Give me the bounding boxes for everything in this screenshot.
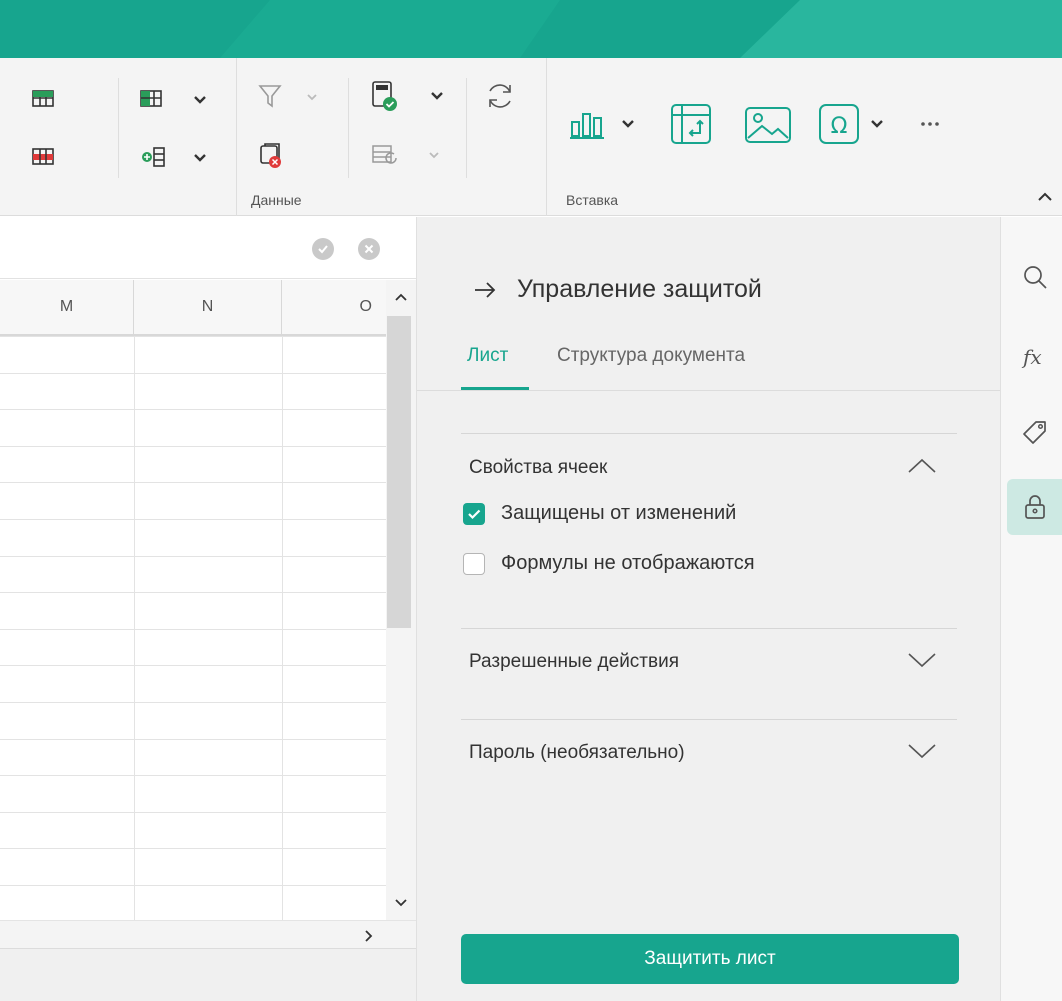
formula-bar xyxy=(0,217,416,279)
row-divider xyxy=(0,592,386,593)
section-password-title[interactable]: Пароль (необязательно) xyxy=(469,742,685,764)
row-divider xyxy=(0,519,386,520)
collapse-ribbon-icon[interactable] xyxy=(1036,188,1054,206)
chevron-down-icon[interactable] xyxy=(907,742,937,765)
option-protected[interactable]: Защищены от изменений xyxy=(463,502,736,525)
protect-sheet-button[interactable]: Защитить лист xyxy=(461,934,959,984)
section-divider xyxy=(461,719,957,720)
image-icon[interactable] xyxy=(744,106,792,144)
lock-icon[interactable] xyxy=(1007,479,1062,535)
special-symbol-icon[interactable]: Ω xyxy=(818,103,890,145)
section-cell-properties-title[interactable]: Свойства ячеек xyxy=(469,457,607,479)
scroll-down-icon xyxy=(395,899,407,907)
vertical-scroll-thumb[interactable] xyxy=(387,316,411,628)
row-divider xyxy=(0,556,386,557)
chevron-up-icon[interactable] xyxy=(907,457,937,480)
delete-rows-icon[interactable] xyxy=(32,146,80,168)
scroll-up-icon xyxy=(395,293,407,301)
spreadsheet-grid[interactable]: M N O xyxy=(0,280,386,920)
column-header-n[interactable]: N xyxy=(134,280,282,336)
column-header-o[interactable]: O xyxy=(282,280,386,336)
tab-sheet[interactable]: Лист xyxy=(467,345,508,367)
option-hide-formulas-label: Формулы не отображаются xyxy=(501,552,755,574)
section-divider xyxy=(461,628,957,629)
ribbon-separator xyxy=(118,78,119,178)
row-divider xyxy=(0,482,386,483)
row-divider xyxy=(0,373,386,374)
column-divider xyxy=(282,336,283,920)
tag-icon[interactable] xyxy=(1007,405,1062,461)
insert-columns-icon[interactable] xyxy=(140,146,212,168)
checkbox-hide-formulas[interactable] xyxy=(463,552,485,575)
accept-formula-icon[interactable] xyxy=(312,238,334,260)
conditional-format-icon[interactable] xyxy=(370,142,450,168)
column-divider xyxy=(134,336,135,920)
side-rail: fx xyxy=(1000,217,1062,1001)
insert-cells-icon[interactable] xyxy=(140,88,212,110)
row-divider xyxy=(0,885,386,886)
close-panel-arrow-icon[interactable] xyxy=(473,281,497,304)
chart-icon[interactable] xyxy=(568,108,638,142)
section-divider xyxy=(461,433,957,434)
app-header-bar xyxy=(0,0,1062,58)
refresh-icon[interactable] xyxy=(484,80,516,112)
ribbon-group-label-insert: Вставка xyxy=(566,192,619,208)
function-icon[interactable]: fx xyxy=(1007,329,1062,385)
row-divider xyxy=(0,446,386,447)
insert-rows-icon[interactable] xyxy=(32,88,80,110)
ribbon-separator xyxy=(236,58,237,216)
ribbon-group-label-data: Данные xyxy=(251,192,302,208)
ribbon-separator xyxy=(348,78,349,178)
svg-text:fx: fx xyxy=(1021,345,1042,369)
panel-title: Управление защитой xyxy=(517,275,762,303)
sheet-tabs-bar xyxy=(0,948,416,1001)
column-header-m[interactable]: M xyxy=(0,280,134,336)
row-divider xyxy=(0,775,386,776)
row-divider xyxy=(0,848,386,849)
checkbox-protected[interactable] xyxy=(463,502,485,525)
option-protected-label: Защищены от изменений xyxy=(501,502,737,524)
row-divider xyxy=(0,409,386,410)
search-icon[interactable] xyxy=(1007,249,1062,305)
filter-icon[interactable] xyxy=(258,84,328,110)
row-divider xyxy=(0,739,386,740)
ribbon-separator xyxy=(466,78,467,178)
calculate-icon[interactable] xyxy=(370,80,450,112)
row-divider xyxy=(0,336,386,337)
ribbon-separator xyxy=(546,58,547,216)
more-icon[interactable] xyxy=(920,120,940,128)
chevron-down-icon[interactable] xyxy=(907,651,937,674)
scroll-right-icon xyxy=(365,930,373,942)
ribbon-toolbar: Данные Ω Вставка xyxy=(0,58,1062,216)
cancel-formula-icon[interactable] xyxy=(358,238,380,260)
row-divider xyxy=(0,665,386,666)
row-divider xyxy=(0,702,386,703)
svg-text:Ω: Ω xyxy=(831,114,848,139)
option-hide-formulas[interactable]: Формулы не отображаются xyxy=(463,552,755,575)
protection-panel: Управление защитой Лист Структура докуме… xyxy=(416,217,1001,1001)
panel-tabs: Лист Структура документа xyxy=(417,335,1001,391)
tab-document-structure[interactable]: Структура документа xyxy=(557,345,745,367)
pivot-table-icon[interactable] xyxy=(670,103,712,145)
section-allowed-actions-title[interactable]: Разрешенные действия xyxy=(469,651,679,673)
row-divider xyxy=(0,629,386,630)
clear-filter-icon[interactable] xyxy=(258,141,286,169)
horizontal-scrollbar[interactable] xyxy=(0,920,416,948)
active-tab-indicator xyxy=(461,387,529,390)
row-divider xyxy=(0,812,386,813)
